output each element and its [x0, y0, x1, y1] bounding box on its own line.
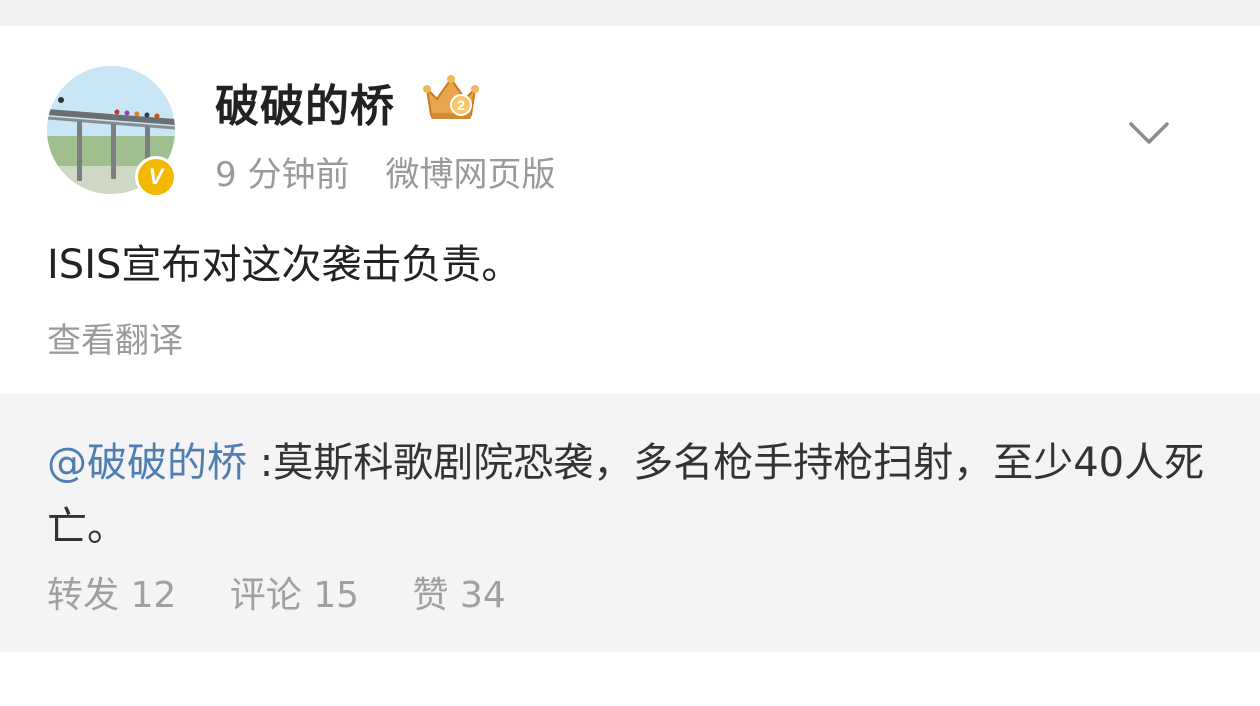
reposted-content[interactable]: @破破的桥 :莫斯科歌剧院恐袭，多名枪手持枪扫射，至少40人死亡。 转发 12 …	[0, 394, 1260, 652]
post-source[interactable]: 微博网页版	[385, 155, 555, 195]
repost-stats: 转发 12 评论 15 赞 34	[47, 566, 548, 618]
repost-count-label: 转发	[47, 575, 120, 616]
repost-count-value: 12	[130, 575, 177, 616]
chevron-down-icon[interactable]	[1128, 118, 1170, 148]
user-name[interactable]: 破破的桥	[215, 70, 395, 134]
like-count-label: 赞	[412, 575, 449, 616]
comment-count-value: 15	[313, 575, 360, 616]
repost-text-block: @破破的桥 :莫斯科歌剧院恐袭，多名枪手持枪扫射，至少40人死亡。	[47, 431, 1217, 559]
like-count[interactable]: 赞 34	[412, 575, 505, 616]
post-text: ISIS宣布对这次袭击负责。	[47, 242, 522, 288]
top-separator	[0, 0, 1260, 26]
mention-link[interactable]: @破破的桥	[47, 440, 247, 486]
verified-v-icon: V	[135, 156, 177, 198]
comment-count[interactable]: 评论 15	[230, 575, 359, 616]
post-meta: 9 分钟前 微博网页版	[215, 147, 555, 196]
like-count-value: 34	[459, 575, 506, 616]
svg-text:2: 2	[457, 97, 465, 113]
member-crown-icon[interactable]: 2	[421, 71, 481, 123]
bottom-area	[0, 652, 1260, 706]
post-time: 9 分钟前	[215, 155, 350, 195]
translate-link[interactable]: 查看翻译	[47, 313, 183, 362]
weibo-post-card: V 破破的桥 2 9 分钟前 微博网页版 ISIS宣布对这次袭击负责。 查看翻译	[0, 26, 1260, 394]
comment-count-label: 评论	[229, 575, 302, 616]
repost-count[interactable]: 转发 12	[47, 575, 176, 616]
